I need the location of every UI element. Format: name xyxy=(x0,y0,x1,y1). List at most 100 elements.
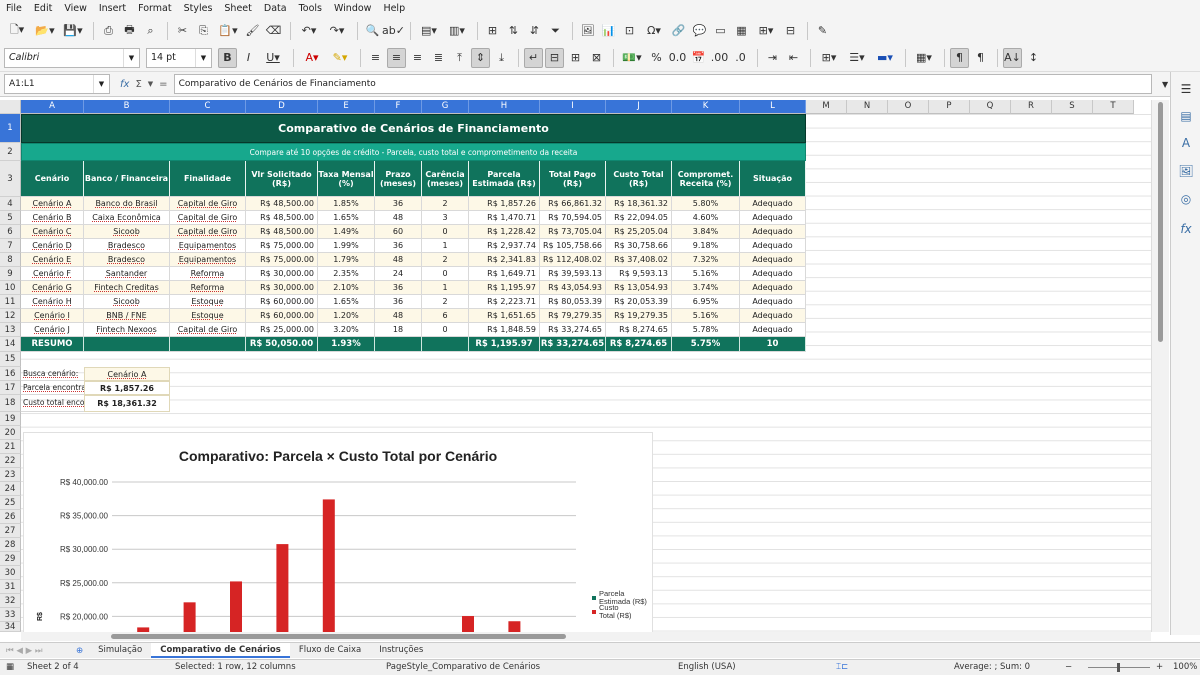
table-cell[interactable]: R$ 1,228.42 xyxy=(469,225,540,239)
table-cell[interactable]: 1.65% xyxy=(318,295,375,309)
menu-item-insert[interactable]: Insert xyxy=(99,3,126,14)
header-footer-icon[interactable]: ▭ xyxy=(711,21,730,41)
lookup-value[interactable]: Cenário A xyxy=(84,367,170,381)
table-cell[interactable]: Equipamentos xyxy=(170,239,246,253)
functions-icon[interactable]: fx xyxy=(1178,222,1194,238)
zoom-slider-thumb[interactable] xyxy=(1117,663,1120,672)
find-replace-icon[interactable]: 🔍 xyxy=(363,21,382,41)
table-cell[interactable]: Cenário H xyxy=(21,295,84,309)
table-cell[interactable]: Capital de Giro xyxy=(170,225,246,239)
properties-icon[interactable]: ▤ xyxy=(1178,109,1194,125)
column-icon[interactable]: ▥▾ xyxy=(444,21,470,41)
print-preview-icon[interactable]: ⌕ xyxy=(141,21,160,41)
underline-icon[interactable]: U▾ xyxy=(260,48,286,68)
text-direction-icon[interactable]: ↕ xyxy=(1024,48,1043,68)
name-box[interactable]: A1:L1 ▼ xyxy=(4,74,110,94)
conditional-format-icon[interactable]: ▦▾ xyxy=(911,48,937,68)
table-cell[interactable]: Fintech Creditas xyxy=(84,281,170,295)
table-cell[interactable]: 48 xyxy=(375,211,422,225)
merge-center-icon[interactable]: ⊟ xyxy=(545,47,564,68)
summary-cell[interactable]: 10 xyxy=(740,337,806,352)
table-cell[interactable]: R$ 48,500.00 xyxy=(246,225,318,239)
paste-icon[interactable]: 📋▾ xyxy=(215,21,241,41)
table-cell[interactable]: Capital de Giro xyxy=(170,323,246,337)
comment-icon[interactable]: 💬 xyxy=(690,21,709,41)
zoom-out-icon[interactable]: − xyxy=(1065,662,1072,672)
row-header-25[interactable]: 25 xyxy=(0,496,21,510)
table-cell[interactable]: 1.65% xyxy=(318,211,375,225)
formula-icon[interactable]: = xyxy=(159,79,167,90)
row-header-33[interactable]: 33 xyxy=(0,608,21,622)
row-header-3[interactable]: 3 xyxy=(0,161,21,197)
chart-object[interactable]: Comparativo: Parcela × Custo Total por C… xyxy=(23,432,653,636)
table-cell[interactable]: Bradesco xyxy=(84,239,170,253)
column-header-f[interactable]: F xyxy=(375,100,422,114)
table-cell[interactable]: Adequado xyxy=(740,309,806,323)
column-header-i[interactable]: I xyxy=(540,100,606,114)
define-print-area-icon[interactable]: ▦ xyxy=(732,21,751,41)
table-cell[interactable]: R$ 30,000.00 xyxy=(246,281,318,295)
table-cell[interactable]: Cenário D xyxy=(21,239,84,253)
number-format-icon[interactable]: 0.0 xyxy=(668,48,687,68)
status-language[interactable]: English (USA) xyxy=(678,662,736,672)
table-cell[interactable]: R$ 1,651.65 xyxy=(469,309,540,323)
sheet-nav-arrows[interactable]: ⏮ ◀ ▶ ⏭ xyxy=(0,646,70,656)
table-cell[interactable]: Estoque xyxy=(170,295,246,309)
split-window-icon[interactable]: ⊟ xyxy=(781,21,800,41)
table-cell[interactable]: R$ 22,094.05 xyxy=(606,211,672,225)
table-cell[interactable]: R$ 13,054.93 xyxy=(606,281,672,295)
table-cell[interactable]: R$ 19,279.35 xyxy=(606,309,672,323)
column-header-e[interactable]: E xyxy=(318,100,375,114)
chevron-down-icon[interactable]: ▼ xyxy=(148,80,153,88)
table-cell[interactable]: R$ 2,937.74 xyxy=(469,239,540,253)
table-cell[interactable]: Adequado xyxy=(740,211,806,225)
table-header[interactable]: Taxa Mensal (%) xyxy=(318,161,375,197)
special-character-icon[interactable]: Ω▾ xyxy=(641,21,667,41)
menu-item-sheet[interactable]: Sheet xyxy=(224,3,251,14)
table-cell[interactable]: R$ 73,705.04 xyxy=(540,225,606,239)
table-cell[interactable]: Adequado xyxy=(740,323,806,337)
insert-chart-icon[interactable]: 📊 xyxy=(599,21,618,41)
summary-cell[interactable]: RESUMO xyxy=(21,337,84,352)
zoom-in-icon[interactable]: + xyxy=(1156,662,1163,672)
lookup-label[interactable]: Parcela encontrada: xyxy=(21,381,84,395)
row-header-14[interactable]: 14 xyxy=(0,337,21,352)
clear-formatting-icon[interactable]: ⌫ xyxy=(264,21,283,41)
table-cell[interactable]: R$ 37,408.02 xyxy=(606,253,672,267)
column-header-n[interactable]: N xyxy=(847,100,888,114)
table-header[interactable]: Prazo (meses) xyxy=(375,161,422,197)
column-header-g[interactable]: G xyxy=(422,100,469,114)
borders-icon[interactable]: ⊞▾ xyxy=(816,48,842,68)
table-cell[interactable]: Cenário J xyxy=(21,323,84,337)
delete-decimal-icon[interactable]: .0 xyxy=(731,48,750,68)
column-header-p[interactable]: P xyxy=(929,100,970,114)
table-cell[interactable]: Banco do Brasil xyxy=(84,197,170,211)
table-cell[interactable]: 6.95% xyxy=(672,295,740,309)
table-cell[interactable]: 5.16% xyxy=(672,309,740,323)
table-header[interactable]: Banco / Financeira xyxy=(84,161,170,197)
scroll-thumb[interactable] xyxy=(1158,102,1163,342)
row-header-18[interactable]: 18 xyxy=(0,395,21,412)
table-cell[interactable]: 6 xyxy=(422,309,469,323)
row-header-9[interactable]: 9 xyxy=(0,267,21,281)
table-cell[interactable]: R$ 25,000.00 xyxy=(246,323,318,337)
row-header-34[interactable]: 34 xyxy=(0,622,21,632)
chevron-down-icon[interactable]: ▼ xyxy=(93,75,109,93)
table-cell[interactable]: 3.84% xyxy=(672,225,740,239)
table-cell[interactable]: Equipamentos xyxy=(170,253,246,267)
table-cell[interactable]: Sicoob xyxy=(84,295,170,309)
redo-icon[interactable]: ↷▾ xyxy=(324,21,350,41)
border-style-icon[interactable]: ☰▾ xyxy=(844,48,870,68)
right-to-left-icon[interactable]: ¶ xyxy=(971,48,990,68)
menu-item-styles[interactable]: Styles xyxy=(184,3,213,14)
row-header-21[interactable]: 21 xyxy=(0,440,21,454)
table-cell[interactable]: Cenário G xyxy=(21,281,84,295)
table-cell[interactable]: Reforma xyxy=(170,281,246,295)
table-cell[interactable]: R$ 20,053.39 xyxy=(606,295,672,309)
table-cell[interactable]: 2 xyxy=(422,253,469,267)
table-cell[interactable]: Cenário I xyxy=(21,309,84,323)
row-header-7[interactable]: 7 xyxy=(0,239,21,253)
table-cell[interactable]: Santander xyxy=(84,267,170,281)
menu-item-edit[interactable]: Edit xyxy=(34,3,52,14)
scroll-thumb[interactable] xyxy=(111,634,566,639)
